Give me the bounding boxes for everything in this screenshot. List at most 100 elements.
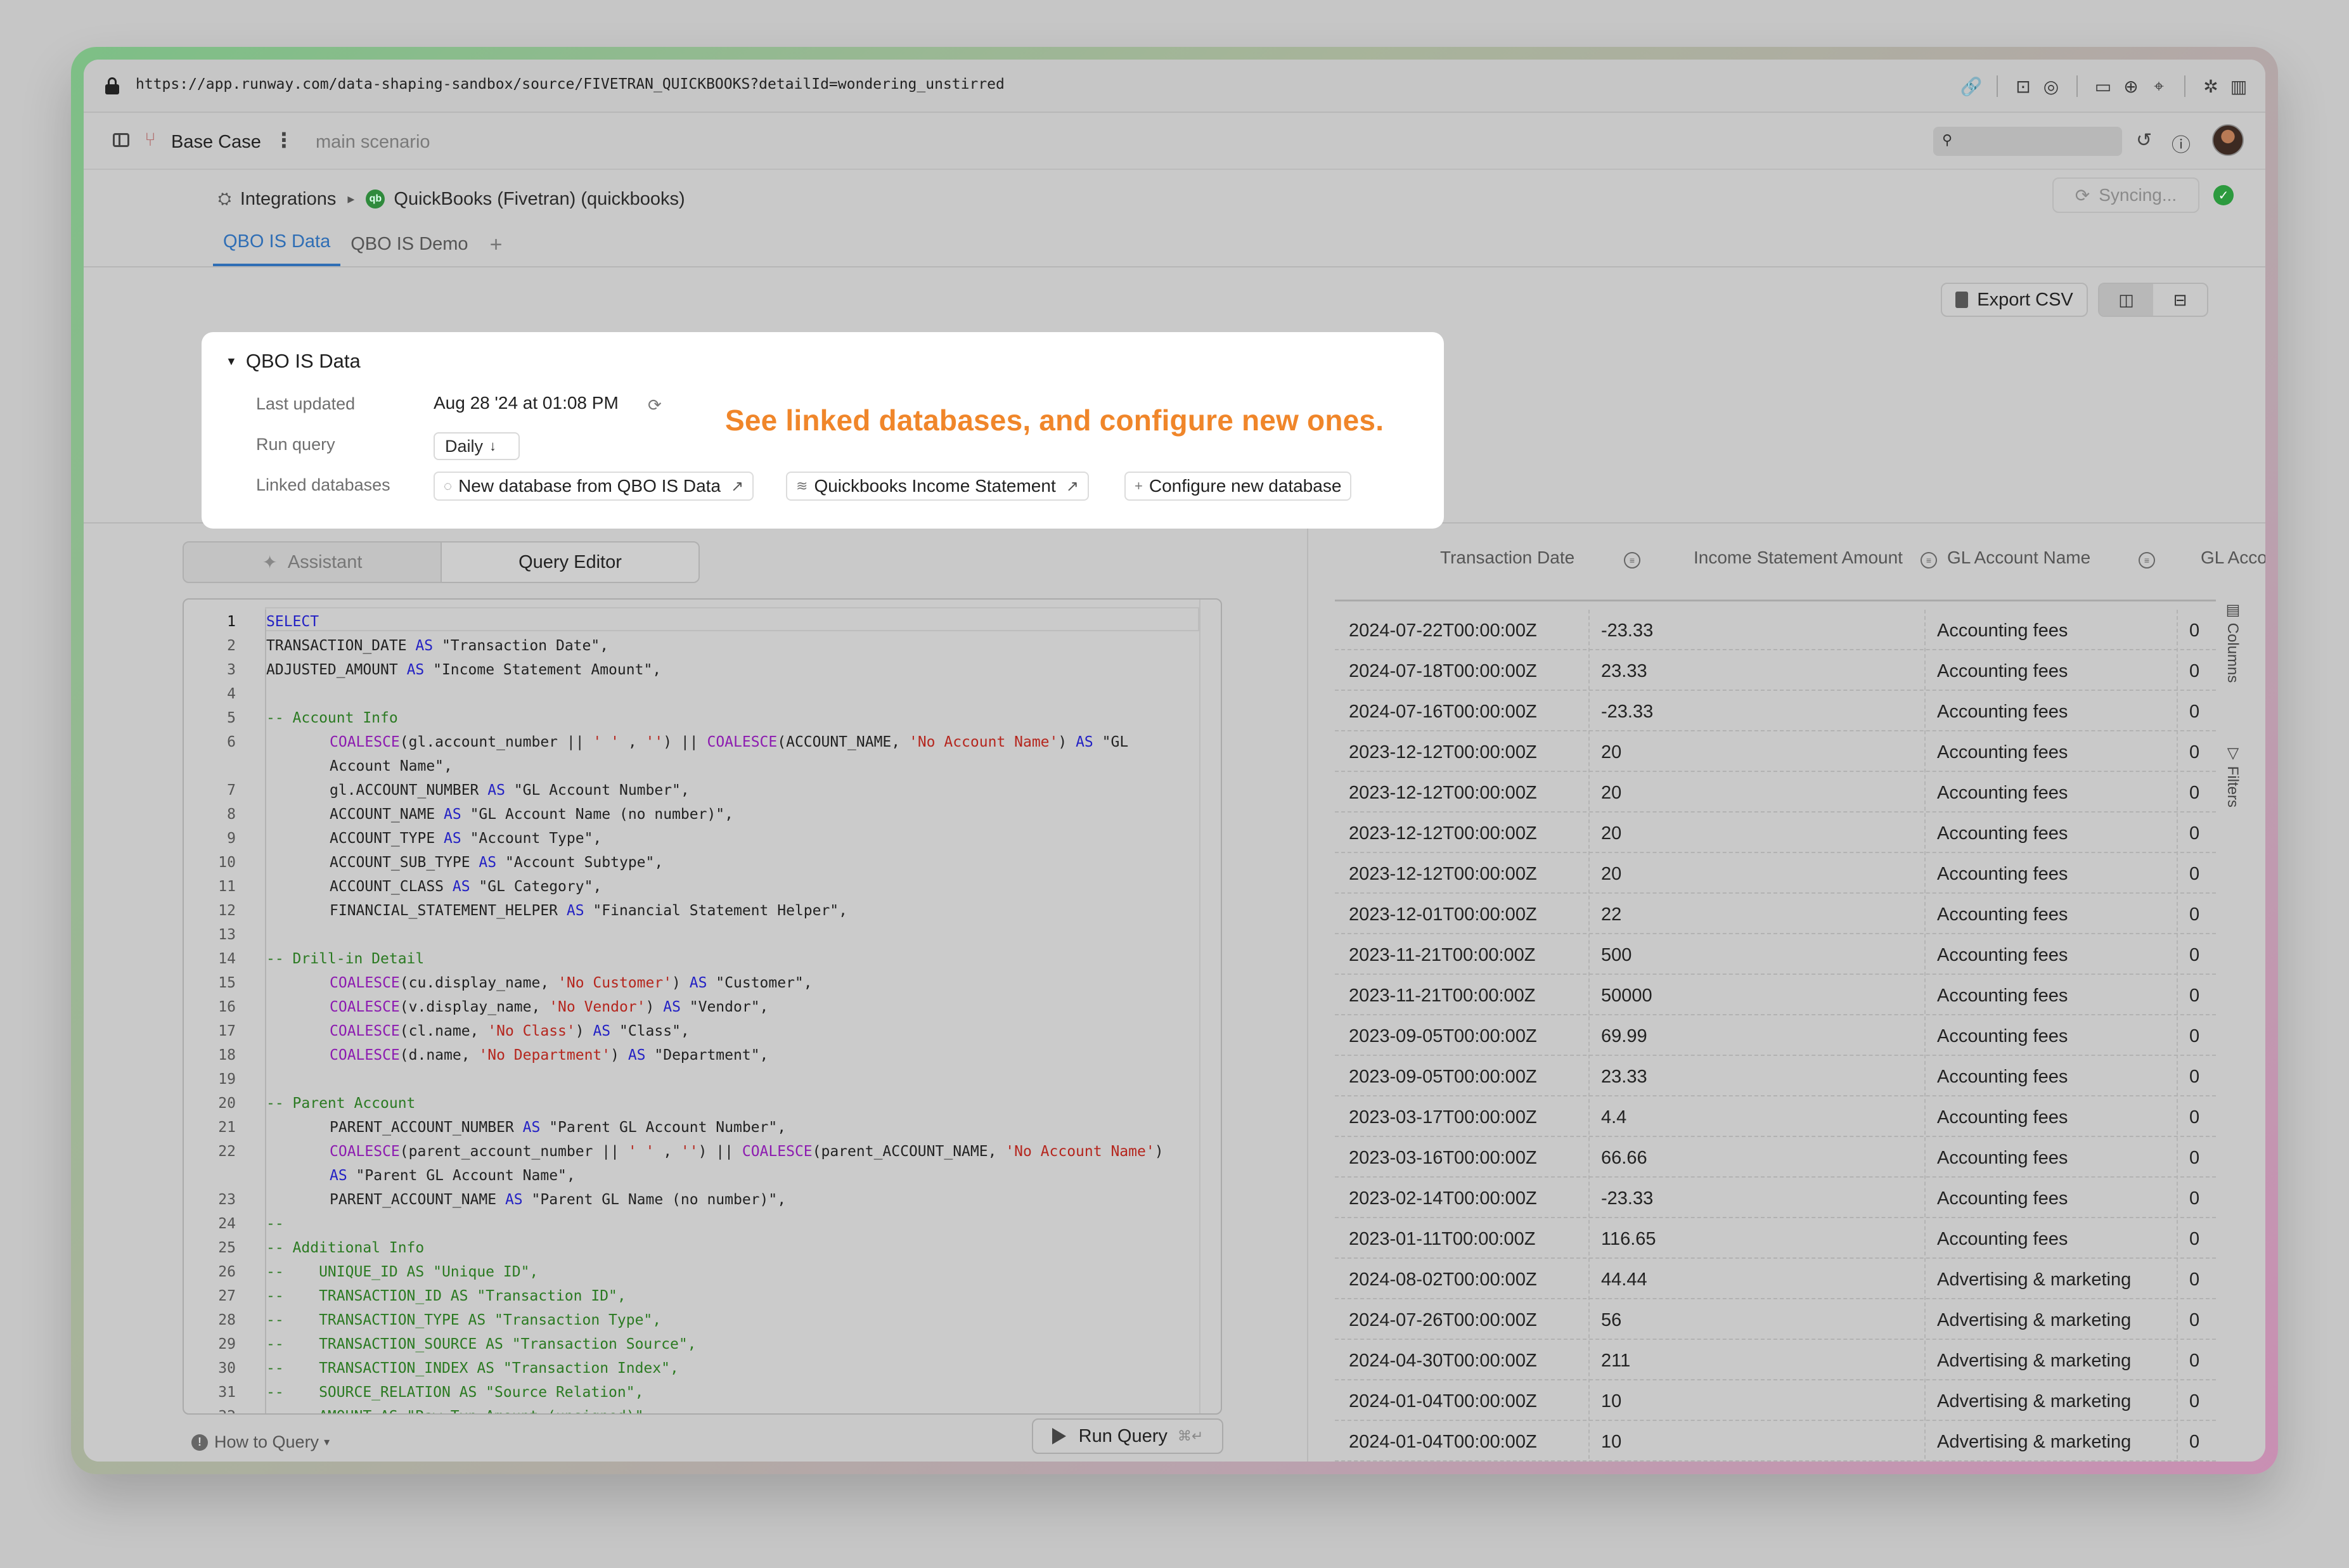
table-row[interactable]: 2023-03-17T00:00:00Z 4.4 Accounting fees 0: [1335, 1096, 2216, 1137]
file-icon: [1955, 292, 1969, 308]
code-lines: 1 SELECT 2 TRANSACTION_DATE AS "Transaction…: [184, 610, 1221, 1413]
how-to-query-button[interactable]: ! How to Query ▾: [191, 1432, 330, 1452]
table-cell: -23.33: [1601, 1188, 1654, 1209]
mode-query-editor-button[interactable]: Query Editor: [441, 543, 698, 582]
table-row[interactable]: 2023-01-11T00:00:00Z 116.65 Accounting fee…: [1335, 1218, 2216, 1259]
table-row[interactable]: 2023-03-16T00:00:00Z 66.66 Accounting fees…: [1335, 1137, 2216, 1178]
filters-panel-toggle[interactable]: ▽ Filters: [2224, 744, 2241, 807]
pane-divider[interactable]: [1307, 522, 1308, 1462]
table-cell: 2023-11-21T00:00:00Z: [1349, 986, 1536, 1006]
line-number: 28: [218, 1312, 236, 1328]
table-row[interactable]: 2024-01-04T00:00:00Z 10 Advertising & mark…: [1335, 1380, 2216, 1421]
table-row[interactable]: 2023-11-21T00:00:00Z 50000 Accounting fees…: [1335, 975, 2216, 1015]
sparkle-icon: ✦: [262, 552, 278, 573]
table-cell: 2023-09-05T00:00:00Z: [1349, 1026, 1537, 1046]
url-text[interactable]: https://app.runway.com/data-shaping-sand…: [136, 76, 1005, 93]
code-line: Account Name",: [184, 754, 1221, 778]
split-rows-icon[interactable]: ⊟: [2153, 284, 2207, 316]
user-avatar[interactable]: [2212, 124, 2244, 156]
crosshair-icon[interactable]: ⌖: [2145, 72, 2173, 100]
breadcrumb-integrations[interactable]: Integrations: [240, 189, 337, 210]
column-header-gl-account-name[interactable]: GL Account Name: [1947, 548, 2090, 568]
linked-database-chip[interactable]: ◌ New database from QBO IS Data ↗: [434, 472, 754, 501]
export-csv-button[interactable]: Export CSV: [1941, 283, 2088, 317]
sql-editor[interactable]: 1 SELECT 2 TRANSACTION_DATE AS "Transaction…: [183, 598, 1222, 1415]
plus-icon: +: [1135, 478, 1143, 494]
tab-qbo-is-data[interactable]: QBO IS Data: [213, 231, 341, 266]
table-row[interactable]: 2024-07-22T00:00:00Z -23.33 Accounting fee…: [1335, 610, 2216, 650]
filter-icon[interactable]: ≡: [1624, 548, 1640, 569]
table-row[interactable]: 2023-09-05T00:00:00Z 69.99 Accounting fees…: [1335, 1015, 2216, 1056]
line-number: 14: [218, 951, 236, 967]
run-frequency-select[interactable]: Daily ↓: [434, 432, 520, 460]
code-line: 26 -- UNIQUE_ID AS "Unique ID",: [184, 1260, 1221, 1284]
split-columns-icon[interactable]: ◫: [2099, 284, 2153, 316]
scenario-name[interactable]: Base Case: [171, 132, 261, 153]
help-icon[interactable]: ⓘ: [2172, 129, 2191, 157]
browser-url-bar: https://app.runway.com/data-shaping-sand…: [84, 60, 2265, 113]
link-icon[interactable]: 🔗: [1957, 72, 1985, 100]
table-cell: 0: [2189, 1188, 2200, 1209]
globe-icon[interactable]: ⊕: [2117, 72, 2145, 100]
refresh-icon[interactable]: ⟳: [648, 395, 662, 415]
sidebar-toggle-icon[interactable]: [113, 133, 129, 147]
table-cell: 0: [2189, 620, 2200, 641]
table-row[interactable]: 2023-12-12T00:00:00Z 20 Accounting fees 0: [1335, 772, 2216, 813]
table-row[interactable]: 2024-08-02T00:00:00Z 44.44 Advertising & m…: [1335, 1259, 2216, 1299]
line-number: 17: [218, 1023, 236, 1039]
camera-icon[interactable]: ◎: [2037, 72, 2065, 100]
column-header-gl-account[interactable]: GL Accou: [2201, 548, 2265, 568]
column-header-transaction-date[interactable]: Transaction Date: [1440, 548, 1574, 568]
linked-database-chip[interactable]: ≋ Quickbooks Income Statement ↗: [786, 472, 1089, 501]
table-row[interactable]: 2023-02-14T00:00:00Z -23.33 Accounting fee…: [1335, 1178, 2216, 1218]
code-line: 1 SELECT: [184, 610, 1221, 634]
table-row[interactable]: 2024-07-18T00:00:00Z 23.33 Accounting fees…: [1335, 650, 2216, 691]
code-line: 9 ACCOUNT_TYPE AS "Account Type",: [184, 826, 1221, 851]
more-options-icon[interactable]: ⋮: [274, 128, 294, 152]
extensions-icon[interactable]: ✲: [2197, 72, 2225, 100]
table-row[interactable]: 2024-07-26T00:00:00Z 56 Advertising & mark…: [1335, 1299, 2216, 1340]
filter-icon[interactable]: ≡: [2139, 548, 2155, 569]
divider: [84, 266, 2265, 267]
table-cell: 0: [2189, 1107, 2200, 1128]
line-number: 26: [218, 1264, 236, 1280]
table-row[interactable]: 2023-12-12T00:00:00Z 20 Accounting fees 0: [1335, 731, 2216, 772]
table-cell: 2023-12-12T00:00:00Z: [1349, 742, 1537, 762]
code-line: 18 COALESCE(d.name, 'No Department') AS "…: [184, 1043, 1221, 1067]
table-row[interactable]: 2023-09-05T00:00:00Z 23.33 Accounting fees…: [1335, 1056, 2216, 1096]
breadcrumb-current: QuickBooks (Fivetran) (quickbooks): [394, 188, 685, 209]
table-cell: 0: [2189, 1351, 2200, 1371]
split-view-icon[interactable]: ▥: [2225, 72, 2253, 100]
column-header-income-statement-amount[interactable]: Income Statement Amount: [1694, 548, 1903, 568]
history-icon[interactable]: ↺: [2136, 129, 2152, 151]
code-line: 29 -- TRANSACTION_SOURCE AS "Transaction …: [184, 1332, 1221, 1356]
table-row[interactable]: 2024-04-30T00:00:00Z 211 Advertising & mar…: [1335, 1340, 2216, 1380]
columns-panel-toggle[interactable]: ▤ Columns: [2224, 601, 2241, 683]
add-tab-button[interactable]: +: [479, 233, 514, 266]
line-number: 30: [218, 1360, 236, 1377]
table-cell: -23.33: [1601, 702, 1654, 722]
tab-qbo-is-demo[interactable]: QBO IS Demo: [340, 234, 478, 266]
panel-title[interactable]: ▼ QBO IS Data: [226, 350, 361, 373]
table-row[interactable]: 2023-12-12T00:00:00Z 20 Accounting fees 0: [1335, 813, 2216, 853]
lock-icon: [105, 77, 119, 95]
table-row[interactable]: 2024-01-04T00:00:00Z 10 Advertising & mark…: [1335, 1421, 2216, 1462]
table-cell: Accounting fees: [1937, 904, 2068, 925]
configure-new-database-button[interactable]: + Configure new database: [1124, 472, 1352, 501]
terminal-icon[interactable]: ▭: [2089, 72, 2117, 100]
filter-icon[interactable]: ≡: [1921, 548, 1937, 569]
table-cell: 20: [1601, 742, 1622, 762]
table-row[interactable]: 2023-12-01T00:00:00Z 22 Accounting fees 0: [1335, 894, 2216, 934]
download-icon[interactable]: ⊡: [2009, 72, 2037, 100]
search-input[interactable]: ⚲: [1933, 127, 2122, 156]
sync-button[interactable]: ⟳ Syncing...: [2052, 177, 2199, 213]
mode-assistant-button[interactable]: ✦ Assistant: [184, 543, 441, 582]
table-row[interactable]: 2024-07-16T00:00:00Z -23.33 Accounting fee…: [1335, 691, 2216, 731]
code-line: 14 -- Drill-in Detail: [184, 947, 1221, 971]
table-row[interactable]: 2023-12-12T00:00:00Z 20 Accounting fees 0: [1335, 853, 2216, 894]
run-query-button[interactable]: Run Query ⌘↵: [1032, 1418, 1223, 1454]
table-row[interactable]: 2023-11-21T00:00:00Z 500 Accounting fees 0: [1335, 934, 2216, 975]
code-text: AS "Parent GL Account Name",: [330, 1167, 576, 1184]
table-cell: 0: [2189, 864, 2200, 884]
play-icon: [1052, 1428, 1066, 1444]
